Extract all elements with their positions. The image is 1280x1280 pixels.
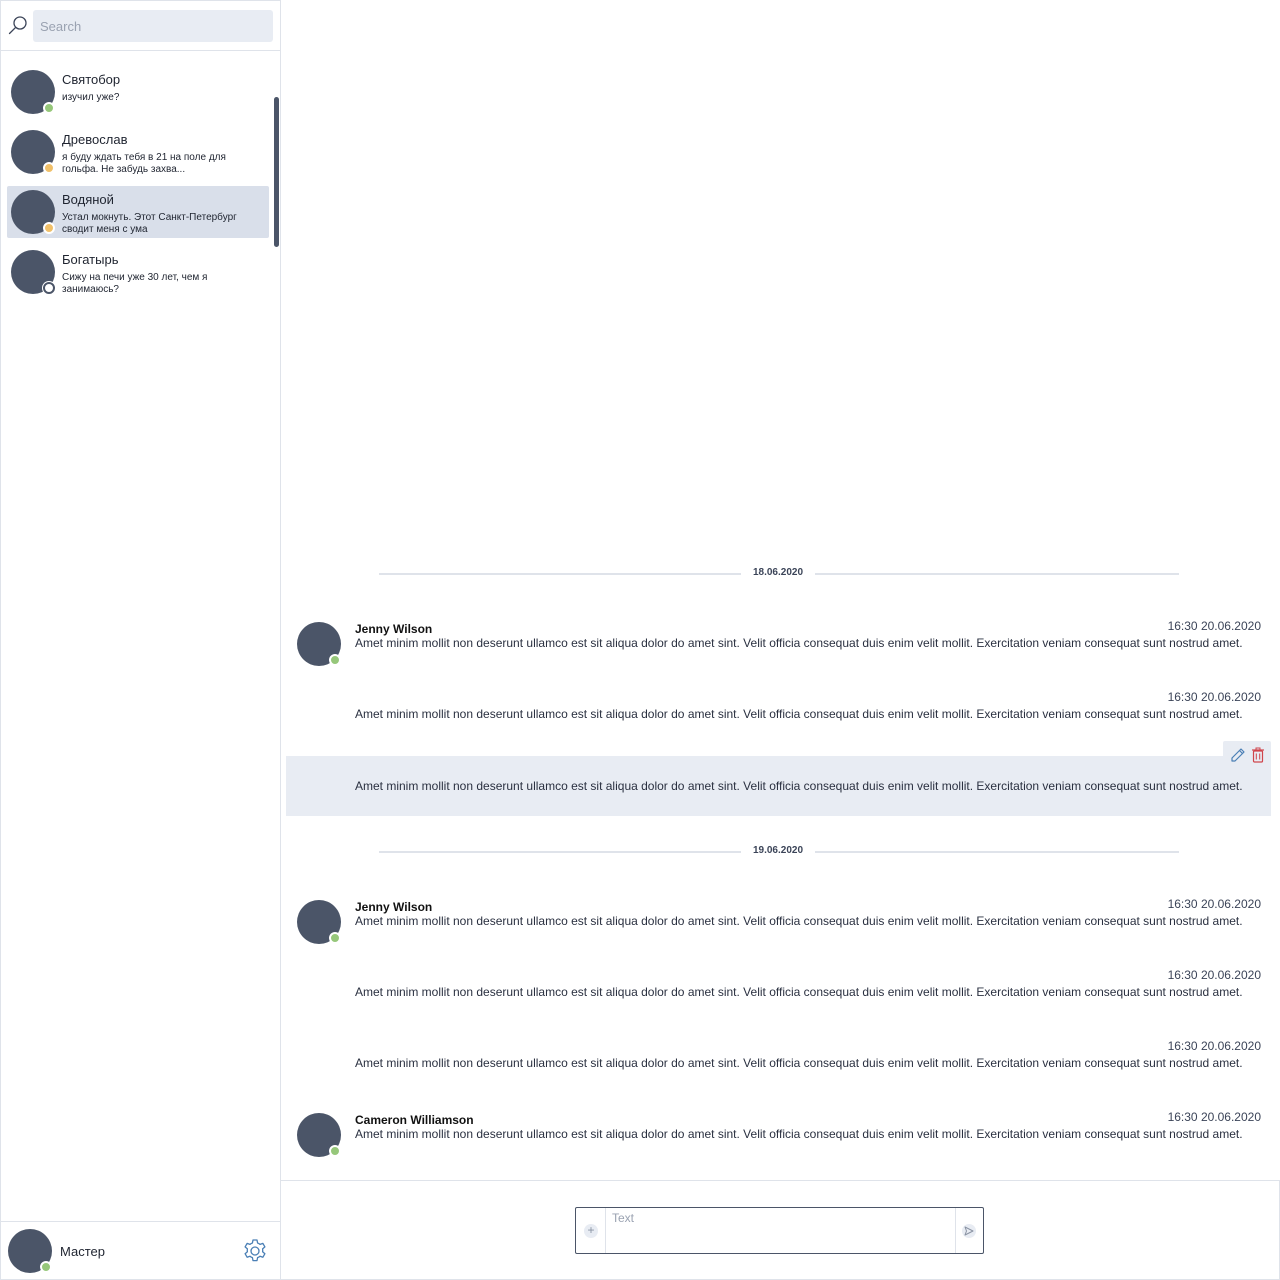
status-online-indicator [43, 102, 55, 114]
message-time: 16:30 20.06.2020 [1167, 897, 1261, 911]
contact-name: Святобор [62, 72, 121, 87]
message-hovered[interactable]: Amet minim mollit non deserunt ullamco e… [286, 741, 1271, 816]
status-away-indicator [43, 162, 55, 174]
message-time: 16:30 20.06.2020 [1167, 619, 1261, 633]
attach-button[interactable]: + [576, 1208, 606, 1253]
message-time: 16:30 20.06.2020 [1167, 968, 1261, 982]
status-online-indicator [329, 654, 341, 666]
chat-area: 18.06.2020 Jenny Wilson 16:30 20.06.2020… [281, 0, 1280, 1180]
trash-icon[interactable] [1251, 747, 1265, 763]
message-time: 16:30 20.06.2020 [1167, 1110, 1261, 1124]
contact-item[interactable]: Святобор изучил уже? [7, 66, 269, 118]
message-text: Amet minim mollit non deserunt ullamco e… [355, 1127, 1243, 1141]
message-text: Amet minim mollit non deserunt ullamco e… [355, 1056, 1243, 1070]
author-avatar[interactable] [297, 622, 341, 666]
send-icon [964, 1226, 974, 1236]
message-text: Amet minim mollit non deserunt ullamco e… [355, 636, 1243, 650]
search-icon [8, 16, 27, 35]
search-input[interactable] [33, 10, 273, 42]
message-text: Amet minim mollit non deserunt ullamco e… [355, 779, 1243, 793]
contact-item[interactable]: Богатырь Сижу на печи уже 30 лет, чем я … [7, 246, 269, 298]
date-label: 19.06.2020 [752, 845, 804, 856]
avatar [11, 70, 55, 114]
message-time: 16:30 20.06.2020 [1167, 1039, 1261, 1053]
avatar [11, 190, 55, 234]
contact-name: Древослав [62, 132, 128, 147]
plus-icon: + [584, 1224, 598, 1238]
date-separator: 18.06.2020 [379, 567, 1179, 581]
contact-preview: Устал мокнуть. Этот Санкт-Петербург свод… [62, 212, 237, 235]
status-away-indicator [43, 222, 55, 234]
author-avatar[interactable] [297, 900, 341, 944]
message-text: Amet minim mollit non deserunt ullamco e… [355, 985, 1243, 999]
contact-preview: изучил уже? [62, 92, 120, 103]
message-actions [1223, 741, 1271, 771]
search-bar [1, 1, 280, 51]
send-button[interactable] [955, 1208, 983, 1253]
message-time: 16:30 20.06.2020 [1167, 690, 1261, 704]
current-user-bar: Мастер [1, 1221, 280, 1279]
message-text: Amet minim mollit non deserunt ullamco e… [355, 914, 1243, 928]
message[interactable]: 16:30 20.06.2020 Amet minim mollit non d… [286, 686, 1271, 746]
date-label: 18.06.2020 [752, 567, 804, 578]
message[interactable]: Jenny Wilson 16:30 20.06.2020 Amet minim… [286, 615, 1271, 675]
status-online-indicator [329, 1145, 341, 1157]
status-online-indicator [40, 1261, 52, 1273]
message[interactable]: Jenny Wilson 16:30 20.06.2020 Amet minim… [286, 893, 1271, 953]
message-author[interactable]: Jenny Wilson [355, 622, 432, 636]
status-offline-indicator [43, 282, 55, 294]
contact-name: Богатырь [62, 252, 119, 267]
message[interactable]: 16:30 20.06.2020 Amet minim mollit non d… [286, 964, 1271, 1024]
contact-name: Водяной [62, 192, 114, 207]
contact-preview: я буду ждать тебя в 21 на поле для гольф… [62, 152, 226, 175]
avatar [11, 130, 55, 174]
contact-preview: Сижу на печи уже 30 лет, чем я занимаюсь… [62, 272, 208, 295]
contact-item-active[interactable]: Водяной Устал мокнуть. Этот Санкт-Петерб… [7, 186, 269, 238]
date-separator: 19.06.2020 [379, 845, 1179, 859]
message[interactable]: 16:30 20.06.2020 Amet minim mollit non d… [286, 1035, 1271, 1095]
message-author[interactable]: Cameron Williamson [355, 1113, 474, 1127]
message-author[interactable]: Jenny Wilson [355, 900, 432, 914]
message-text: Amet minim mollit non deserunt ullamco e… [355, 707, 1243, 721]
author-avatar[interactable] [297, 1113, 341, 1157]
user-name: Мастер [60, 1244, 105, 1259]
sidebar-scrollbar[interactable] [274, 97, 279, 247]
contact-item[interactable]: Древослав я буду ждать тебя в 21 на поле… [7, 126, 269, 178]
contact-list: Святобор изучил уже? Древослав я буду жд… [7, 66, 269, 306]
avatar [11, 250, 55, 294]
sidebar: Святобор изучил уже? Древослав я буду жд… [0, 0, 281, 1280]
composer-bar: + [281, 1180, 1280, 1280]
user-avatar[interactable] [8, 1229, 52, 1273]
pencil-icon[interactable] [1230, 747, 1246, 763]
message-composer: + [575, 1207, 984, 1254]
message[interactable]: Cameron Williamson 16:30 20.06.2020 Amet… [286, 1106, 1271, 1166]
gear-icon[interactable] [242, 1238, 268, 1264]
status-online-indicator [329, 932, 341, 944]
message-input[interactable] [612, 1211, 952, 1249]
